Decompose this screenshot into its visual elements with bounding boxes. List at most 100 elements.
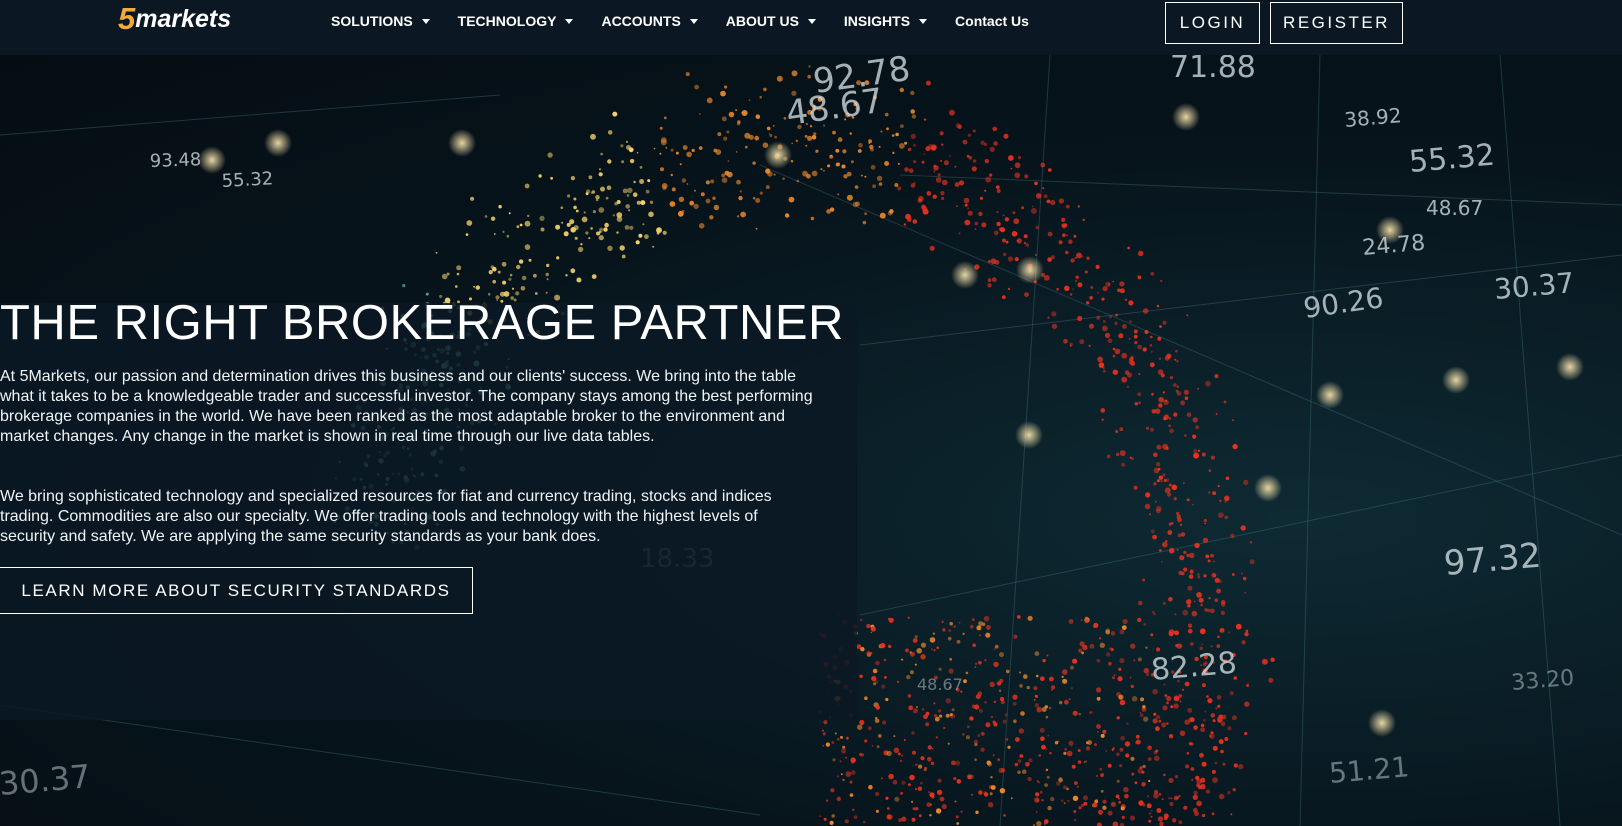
particle-dot xyxy=(627,187,633,194)
brand-logo[interactable]: 5 markets xyxy=(118,1,231,36)
nav-item-contact-us[interactable]: Contact Us xyxy=(955,13,1029,29)
particle-dot xyxy=(694,84,699,90)
particle-dot xyxy=(1151,392,1154,396)
particle-dot xyxy=(591,274,597,279)
particle-dot xyxy=(1180,400,1186,406)
particle-dot xyxy=(1116,752,1120,756)
particle-dot xyxy=(909,670,914,675)
particle-dot xyxy=(1042,658,1046,663)
particle-dot xyxy=(1197,449,1201,452)
particle-dot xyxy=(1096,775,1098,777)
particle-dot xyxy=(958,622,961,624)
particle-dot xyxy=(1207,698,1213,704)
particle-dot xyxy=(1167,530,1173,535)
background-number: 48.67 xyxy=(917,675,963,694)
particle-dot xyxy=(1083,761,1086,764)
particle-dot xyxy=(1100,773,1104,778)
particle-dot xyxy=(1213,560,1215,563)
particle-dot xyxy=(1191,778,1194,781)
nav-item-insights[interactable]: INSIGHTS xyxy=(844,13,928,29)
particle-dot xyxy=(1166,701,1169,705)
grid-line xyxy=(899,174,1622,206)
particle-dot xyxy=(1019,684,1023,688)
nav-item-accounts[interactable]: ACCOUNTS xyxy=(601,13,698,29)
particle-dot xyxy=(1100,733,1105,738)
particle-dot xyxy=(765,185,770,190)
particle-dot xyxy=(1019,671,1022,674)
particle-dot xyxy=(933,702,936,705)
particle-dot xyxy=(521,275,527,281)
particle-dot xyxy=(872,184,876,189)
particle-dot xyxy=(888,617,894,623)
particle-dot xyxy=(511,287,515,290)
particle-dot xyxy=(1012,702,1017,706)
particle-dot xyxy=(925,80,931,86)
particle-dot xyxy=(1133,329,1138,334)
particle-dot xyxy=(1041,744,1046,750)
particle-dot xyxy=(1146,426,1149,430)
particle-dot xyxy=(1201,683,1206,688)
learn-more-security-button[interactable]: LEARN MORE ABOUT SECURITY STANDARDS xyxy=(0,567,473,614)
particle-dot xyxy=(698,223,705,229)
particle-dot xyxy=(1152,688,1158,695)
particle-dot xyxy=(1035,193,1042,199)
particle-dot xyxy=(1113,674,1116,676)
chevron-down-icon xyxy=(689,19,698,24)
register-button[interactable]: REGISTER xyxy=(1270,2,1403,44)
particle-dot xyxy=(1148,812,1151,815)
particle-dot xyxy=(524,244,531,250)
particle-dot xyxy=(896,680,900,684)
particle-dot xyxy=(1203,574,1207,578)
particle-dot xyxy=(1211,812,1215,816)
particle-dot xyxy=(1115,794,1120,799)
particle-dot xyxy=(1084,618,1089,624)
nav-item-solutions[interactable]: SOLUTIONS xyxy=(331,13,430,29)
particle-dot xyxy=(1142,308,1149,314)
particle-dot xyxy=(829,820,834,826)
particle-dot xyxy=(841,748,847,754)
particle-dot xyxy=(840,735,843,739)
particle-dot xyxy=(864,739,868,743)
particle-dot xyxy=(984,189,987,192)
particle-dot xyxy=(976,625,982,631)
particle-dot xyxy=(1133,485,1138,490)
particle-dot xyxy=(1177,517,1182,523)
particle-dot xyxy=(545,272,549,277)
particle-dot xyxy=(916,648,922,654)
particle-dot xyxy=(788,196,795,203)
particle-dot xyxy=(967,133,972,137)
particle-dot xyxy=(871,675,877,682)
particle-dot xyxy=(1228,631,1230,634)
particle-dot xyxy=(1233,763,1238,768)
nav-item-technology[interactable]: TECHNOLOGY xyxy=(458,13,574,29)
nav-item-about-us[interactable]: ABOUT US xyxy=(726,13,816,29)
particle-dot xyxy=(932,194,937,199)
particle-dot xyxy=(935,736,938,739)
particle-dot xyxy=(1183,389,1189,395)
particle-dot xyxy=(772,124,775,127)
particle-dot xyxy=(1201,452,1206,457)
particle-dot xyxy=(721,173,726,178)
particle-dot xyxy=(774,135,777,139)
particle-dot xyxy=(1173,695,1180,702)
particle-dot xyxy=(1085,746,1091,751)
particle-dot xyxy=(1096,822,1102,826)
particle-dot xyxy=(956,822,960,825)
particle-dot xyxy=(490,216,496,221)
particle-dot xyxy=(1046,768,1049,771)
particle-dot xyxy=(1196,800,1202,807)
particle-dot xyxy=(1092,802,1098,808)
particle-dot xyxy=(1156,505,1162,512)
particle-dot xyxy=(983,615,990,622)
particle-dot xyxy=(502,230,505,233)
particle-dot xyxy=(836,162,841,167)
particle-dot xyxy=(768,133,771,135)
particle-dot xyxy=(508,277,512,281)
particle-dot xyxy=(932,632,936,635)
particle-dot xyxy=(1115,452,1120,457)
particle-dot xyxy=(1211,769,1216,774)
particle-dot xyxy=(1210,455,1215,460)
particle-dot xyxy=(984,701,987,704)
login-button[interactable]: LOGIN xyxy=(1165,2,1260,44)
particle-dot xyxy=(1065,234,1068,237)
